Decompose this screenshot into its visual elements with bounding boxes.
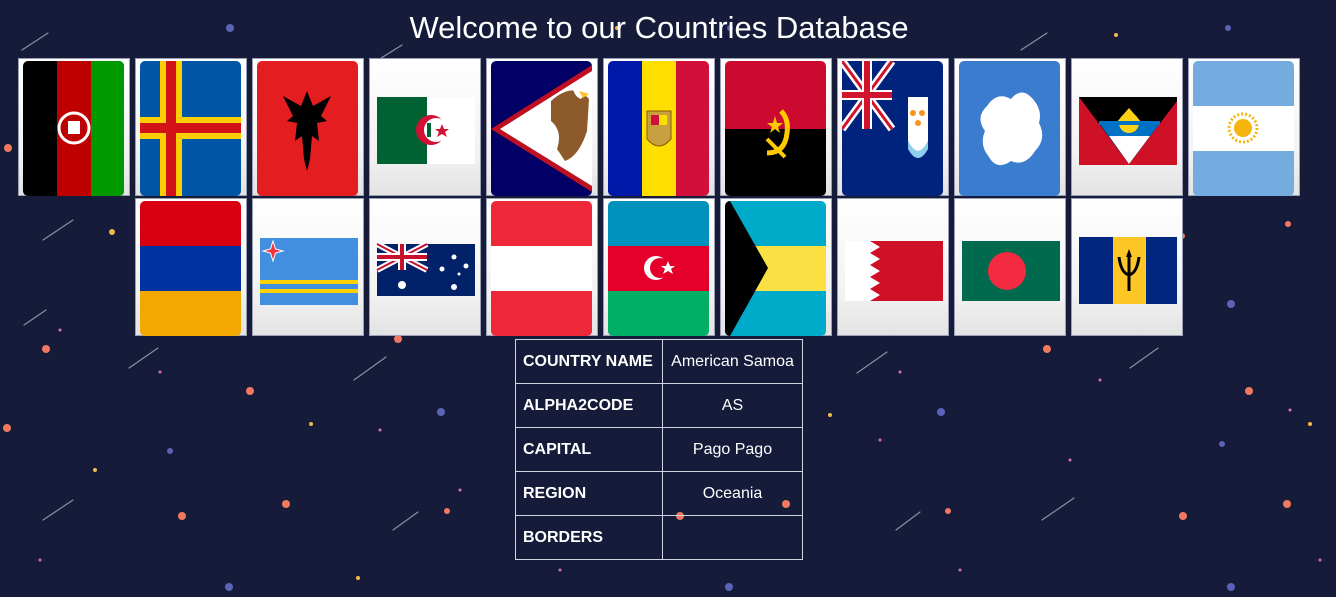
flag-card-aland[interactable]	[135, 58, 247, 196]
angola-flag-icon	[725, 61, 826, 196]
page-title: Welcome to our Countries Database	[409, 10, 909, 45]
australia-flag-icon	[375, 241, 475, 296]
andorra-flag-icon	[608, 61, 709, 196]
flag-card-anguilla[interactable]	[837, 58, 949, 196]
flag-card-aruba[interactable]	[252, 198, 364, 336]
flag-card-argentina[interactable]	[1188, 58, 1300, 196]
aland-islands-flag-icon	[140, 61, 241, 196]
flag-card-american-samoa[interactable]	[486, 58, 598, 196]
country-name-label: COUNTRY NAME	[515, 339, 663, 384]
azerbaijan-flag-icon	[608, 201, 709, 336]
bahamas-flag-icon	[725, 201, 826, 336]
table-row: ALPHA2CODE AS	[515, 383, 803, 428]
bangladesh-flag-icon	[962, 241, 1060, 301]
antigua-barbuda-flag-icon	[1079, 97, 1177, 165]
algeria-flag-icon	[377, 97, 475, 164]
antarctica-flag-icon	[959, 61, 1060, 196]
capital-value: Pago Pago	[662, 427, 803, 472]
table-row: COUNTRY NAME American Samoa	[515, 339, 803, 384]
american-samoa-flag-icon	[491, 61, 592, 196]
country-name-value: American Samoa	[662, 339, 803, 384]
anguilla-flag-icon	[842, 61, 943, 196]
flag-card-armenia[interactable]	[135, 198, 247, 336]
flag-card-antarctica[interactable]	[954, 58, 1066, 196]
alpha2code-value: AS	[662, 383, 803, 428]
armenia-flag-icon	[140, 201, 241, 336]
alpha2code-label: ALPHA2CODE	[515, 383, 663, 428]
flag-card-australia[interactable]	[369, 198, 481, 336]
table-row: CAPITAL Pago Pago	[515, 427, 803, 472]
capital-label: CAPITAL	[515, 427, 663, 472]
flag-card-albania[interactable]	[252, 58, 364, 196]
borders-value	[662, 515, 803, 560]
borders-label: BORDERS	[515, 515, 663, 560]
table-row: REGION Oceania	[515, 471, 803, 516]
flag-card-antigua-barbuda[interactable]	[1071, 58, 1183, 196]
table-row: BORDERS	[515, 515, 803, 560]
flag-card-angola[interactable]	[720, 58, 832, 196]
flag-card-bangladesh[interactable]	[954, 198, 1066, 336]
flag-card-azerbaijan[interactable]	[603, 198, 715, 336]
flag-card-afghanistan[interactable]	[18, 58, 130, 196]
flag-card-barbados[interactable]	[1071, 198, 1183, 336]
region-value: Oceania	[662, 471, 803, 516]
albania-flag-icon	[257, 61, 358, 196]
flag-card-bahrain[interactable]	[837, 198, 949, 336]
barbados-flag-icon	[1079, 237, 1177, 304]
aruba-flag-icon	[260, 238, 358, 305]
argentina-flag-icon	[1193, 61, 1294, 196]
afghanistan-flag-icon	[23, 61, 124, 196]
flag-card-bahamas[interactable]	[720, 198, 832, 336]
country-details-table: COUNTRY NAME American Samoa ALPHA2CODE A…	[515, 339, 803, 560]
austria-flag-icon	[491, 201, 592, 336]
flag-card-austria[interactable]	[486, 198, 598, 336]
region-label: REGION	[515, 471, 663, 516]
bahrain-flag-icon	[845, 241, 943, 301]
flag-card-algeria[interactable]	[369, 58, 481, 196]
flag-card-andorra[interactable]	[603, 58, 715, 196]
